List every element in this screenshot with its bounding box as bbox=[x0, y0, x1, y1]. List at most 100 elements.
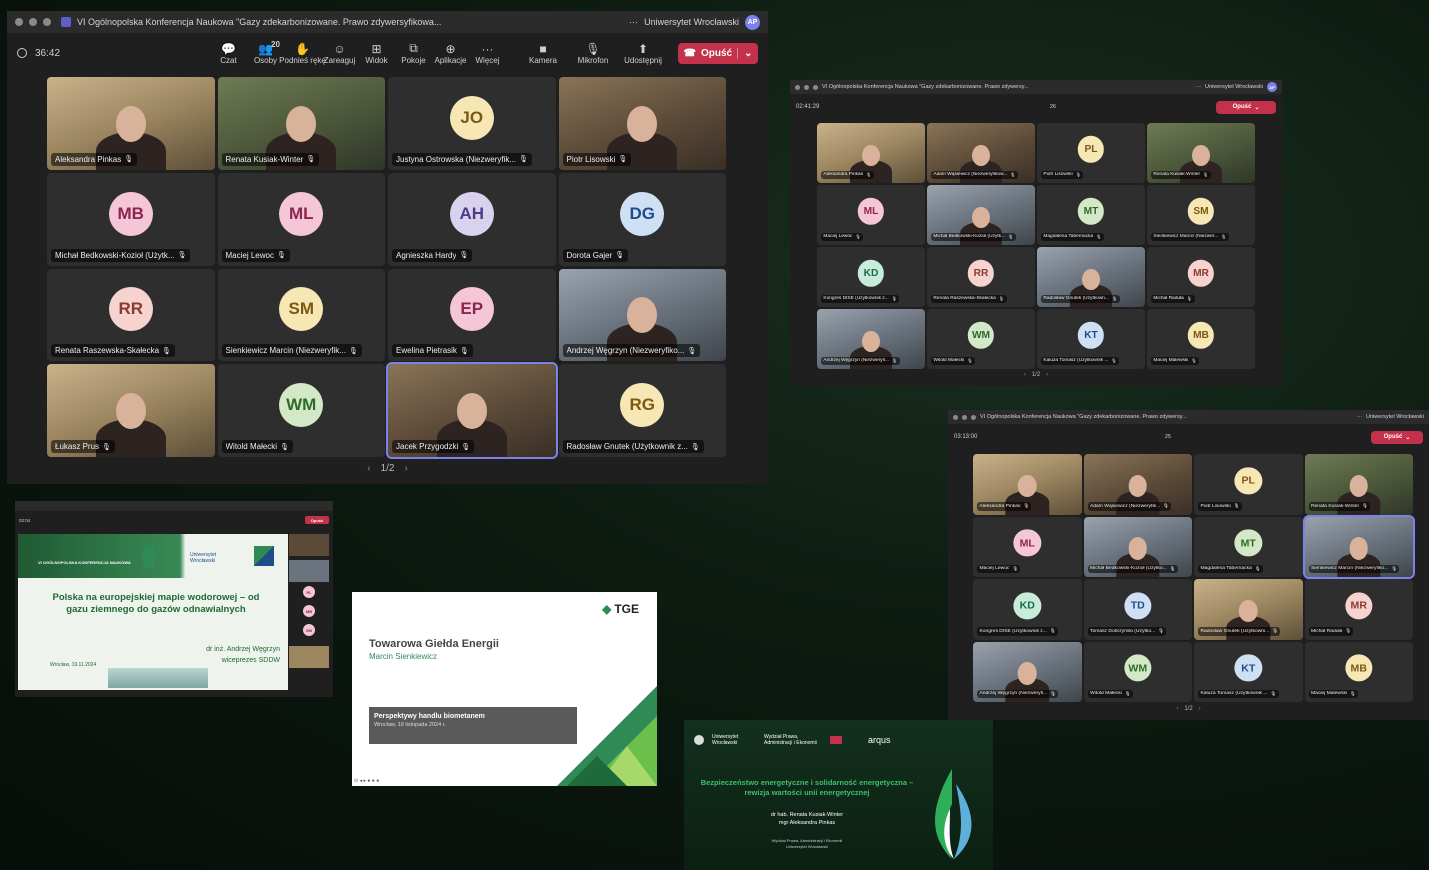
participant-name-text: Renata Kusiak-Winter bbox=[225, 154, 304, 164]
participant-tile[interactable]: SM Sienkiewicz Marcin (Niezweryfik... 🎙 bbox=[217, 268, 385, 362]
participant-tile[interactable]: KD Kongres DISE (Użytkownik z... 🎙 bbox=[973, 579, 1082, 640]
raise-hand-button[interactable]: ✋ Podnieś rękę bbox=[279, 41, 326, 66]
mic-muted-icon: 🎙 bbox=[967, 357, 973, 363]
chevron-left-icon[interactable]: ‹ bbox=[1176, 706, 1178, 712]
leave-button[interactable]: Opuść ⌄ bbox=[1371, 430, 1423, 444]
participant-tile[interactable]: RG Radosław Gnutek (Użytkownik z... 🎙 bbox=[558, 364, 726, 457]
participant-name-text: Ewelina Pietrasik bbox=[396, 346, 457, 356]
chevron-down-icon[interactable]: ⌄ bbox=[1254, 104, 1259, 111]
participant-tile[interactable]: KD Kongres DISE (Użytkownik z... 🎙 bbox=[817, 247, 925, 307]
participant-tile[interactable]: Piotr Lisowski 🎙 bbox=[558, 77, 726, 170]
mic-muted-icon: 🎙 bbox=[1186, 295, 1193, 301]
participant-tile[interactable]: MT Magdalena Tabernacka 🎙 bbox=[1037, 185, 1145, 245]
participant-tile[interactable]: PL Piotr Lisowski 🎙 bbox=[1194, 454, 1303, 515]
participant-tile[interactable]: Aleksandra Pinkas 🎙 bbox=[973, 454, 1082, 515]
participant-tile[interactable]: Aleksandra Pinkas 🎙 bbox=[47, 77, 215, 170]
chevron-right-icon[interactable]: › bbox=[404, 463, 407, 474]
chevron-left-icon[interactable]: ‹ bbox=[367, 463, 370, 474]
participant-tile[interactable]: SM Sienkiewicz Marcin (Niezwer... 🎙 bbox=[1147, 185, 1255, 245]
participant-tile[interactable]: Jacek Przygodzki 🎙 bbox=[386, 362, 558, 459]
account-avatar[interactable]: AP bbox=[1267, 82, 1277, 92]
participant-tile[interactable]: AH Agnieszka Hardy 🎙 bbox=[388, 172, 556, 266]
participant-tile[interactable]: Renata Kusiak-Winter 🎙 bbox=[1304, 454, 1413, 515]
participant-tile[interactable]: Adam Wąsiewicz (Niezweryfikow... 🎙 bbox=[927, 123, 1035, 183]
window-minimize-dot[interactable] bbox=[29, 18, 37, 26]
tge-brand: TGE bbox=[614, 602, 639, 616]
participant-tile[interactable]: MR Michał Raduła 🎙 bbox=[1147, 247, 1255, 307]
participant-tile[interactable]: RR Renata Raszewska-Skałecka 🎙 bbox=[927, 247, 1035, 307]
participant-tile[interactable]: TD Tomasz Dobrzyński (Użytko... 🎙 bbox=[1083, 579, 1192, 640]
participant-tile[interactable]: KT Kaluza Tomasz (Użytkownik ... 🎙 bbox=[1194, 641, 1303, 702]
participant-tile[interactable]: WM Witold Małecki 🎙 bbox=[217, 364, 385, 457]
participant-tile[interactable]: Aleksandra Pinkas 🎙 bbox=[817, 123, 925, 183]
participant-tile[interactable]: MR Michał Raduła 🎙 bbox=[1304, 579, 1413, 640]
window-close-dot[interactable] bbox=[795, 84, 800, 90]
participant-tile[interactable]: Renata Kusiak-Winter 🎙 bbox=[1147, 123, 1255, 183]
participant-tile[interactable]: JO Justyna Ostrowska (Niezweryfik... 🎙 bbox=[388, 77, 556, 170]
meeting-window-3: VI Ogólnopolska Konferencja Naukowa "Gaz… bbox=[948, 410, 1429, 720]
participant-tile[interactable]: ML Maciej Lewoc 🎙 bbox=[973, 516, 1082, 577]
player-controls[interactable]: ⊙ ◂ ▸ ● ● ● bbox=[354, 778, 379, 784]
window-minimize-dot[interactable] bbox=[804, 84, 809, 90]
more-options-icon[interactable]: ··· bbox=[1196, 84, 1202, 90]
mic-muted-icon: 🎙 bbox=[866, 171, 872, 177]
slide-footer-2: Uniwersytet Wrocławski bbox=[785, 844, 829, 849]
chevron-right-icon[interactable]: › bbox=[1046, 372, 1048, 378]
window-minimize-dot[interactable] bbox=[962, 414, 967, 420]
camera-button[interactable]: ■ Kamera bbox=[518, 41, 568, 66]
apps-button[interactable]: ⊕ Aplikacje bbox=[432, 41, 469, 66]
mic-off-button[interactable]: 🎙 Mikrofon bbox=[568, 41, 618, 66]
participant-tile[interactable]: RR Renata Raszewska-Skałecka 🎙 bbox=[47, 268, 215, 362]
participant-tile[interactable]: MB Maciej Malewski 🎙 bbox=[1304, 641, 1413, 702]
participant-tile[interactable]: PL Piotr Lisowski 🎙 bbox=[1037, 123, 1145, 183]
view-button[interactable]: ⊞ Widok bbox=[358, 41, 395, 66]
participant-tile[interactable]: Andrzej Węgrzyn (Niezweryfiko... 🎙 bbox=[558, 268, 726, 362]
red-logo-icon bbox=[830, 736, 842, 744]
tge-logo-icon: ◆ bbox=[602, 602, 612, 616]
participant-tile[interactable]: Łukasz Prus 🎙 bbox=[47, 364, 215, 457]
leave-button[interactable]: Opuść ⌄ bbox=[1216, 100, 1276, 114]
more-options-icon[interactable]: ··· bbox=[1357, 414, 1363, 420]
participant-tile[interactable]: Michał Bedkowski-Kozioł (Użytko... 🎙 bbox=[1083, 516, 1192, 577]
participant-tile[interactable]: MT Magdalena Tabernacka 🎙 bbox=[1194, 516, 1303, 577]
participant-tile[interactable]: Andrzej Węgrzyn (Niezweryfi... 🎙 bbox=[817, 309, 925, 369]
account-avatar[interactable]: AP bbox=[745, 14, 760, 30]
participant-tile[interactable]: Michał Bedkowski-Kozioł (Użytk... 🎙 bbox=[927, 185, 1035, 245]
participant-name-text: Magdalena Tabernacka bbox=[1200, 566, 1252, 572]
share-button[interactable]: ⬆ Udostępnij bbox=[618, 41, 668, 66]
window-zoom-dot[interactable] bbox=[43, 18, 51, 26]
participant-tile[interactable]: Radosław Gnutek (Użytkowni... 🎙 bbox=[1194, 579, 1303, 640]
participant-tile[interactable]: WM Witold Małecki 🎙 bbox=[927, 309, 1035, 369]
window-close-dot[interactable] bbox=[953, 414, 958, 420]
chevron-down-icon[interactable]: ⌄ bbox=[1405, 434, 1410, 441]
participant-tile[interactable]: MB Michał Bedkowski-Kozioł (Użytk... 🎙 bbox=[47, 172, 215, 266]
window-zoom-dot[interactable] bbox=[971, 414, 976, 420]
participant-tile[interactable]: ML Maciej Lewoc 🎙 bbox=[817, 185, 925, 245]
participant-tile[interactable]: Adam Wąsiewicz (Niezweryfik... 🎙 bbox=[1083, 454, 1192, 515]
participant-tile[interactable]: EP Ewelina Pietrasik 🎙 bbox=[388, 268, 556, 362]
participant-name: Sienkiewicz Marcin (Niezwer... 🎙 bbox=[1151, 232, 1229, 241]
participant-name-text: Piotr Lisowski bbox=[566, 154, 616, 164]
window-zoom-dot[interactable] bbox=[813, 84, 818, 90]
window-close-dot[interactable] bbox=[15, 18, 23, 26]
chevron-down-icon[interactable]: ⌄ bbox=[737, 47, 752, 59]
participant-tile[interactable]: Radosław Gnutek (Użytkown... 🎙 bbox=[1037, 247, 1145, 307]
more-options-icon[interactable]: ··· bbox=[629, 17, 638, 27]
chevron-left-icon[interactable]: ‹ bbox=[1024, 372, 1026, 378]
participant-tile[interactable]: Renata Kusiak-Winter 🎙 bbox=[217, 77, 385, 170]
participant-tile[interactable]: MB Maciej Malewski 🎙 bbox=[1147, 309, 1255, 369]
chevron-right-icon[interactable]: › bbox=[1199, 706, 1201, 712]
chat-button[interactable]: 💬 Czat bbox=[210, 41, 247, 66]
participant-tile[interactable]: ML Maciej Lewoc 🎙 bbox=[217, 172, 385, 266]
participant-tile[interactable]: DG Dorota Gajer 🎙 bbox=[558, 172, 726, 266]
participant-tile[interactable]: KT Kaluza Tomasz (Użytkownik ... 🎙 bbox=[1037, 309, 1145, 369]
person-head bbox=[1017, 474, 1037, 498]
leave-button[interactable]: Opuść bbox=[305, 516, 329, 524]
leave-button[interactable]: ☎ Opuść ⌄ bbox=[678, 42, 758, 64]
participant-tile[interactable]: WM Witold Małecki 🎙 bbox=[1083, 641, 1192, 702]
react-button[interactable]: ☺ Zareaguj bbox=[321, 41, 358, 66]
more-button[interactable]: ··· Więcej bbox=[469, 41, 506, 66]
participant-tile[interactable]: Sienkiewicz Marcin (Niezweryfiko... 🎙 bbox=[1302, 514, 1415, 579]
participant-tile[interactable]: Andrzej Węgrzyn (Niezweryfi... 🎙 bbox=[973, 641, 1082, 702]
rooms-button[interactable]: ⧉ Pokoje bbox=[395, 41, 432, 65]
